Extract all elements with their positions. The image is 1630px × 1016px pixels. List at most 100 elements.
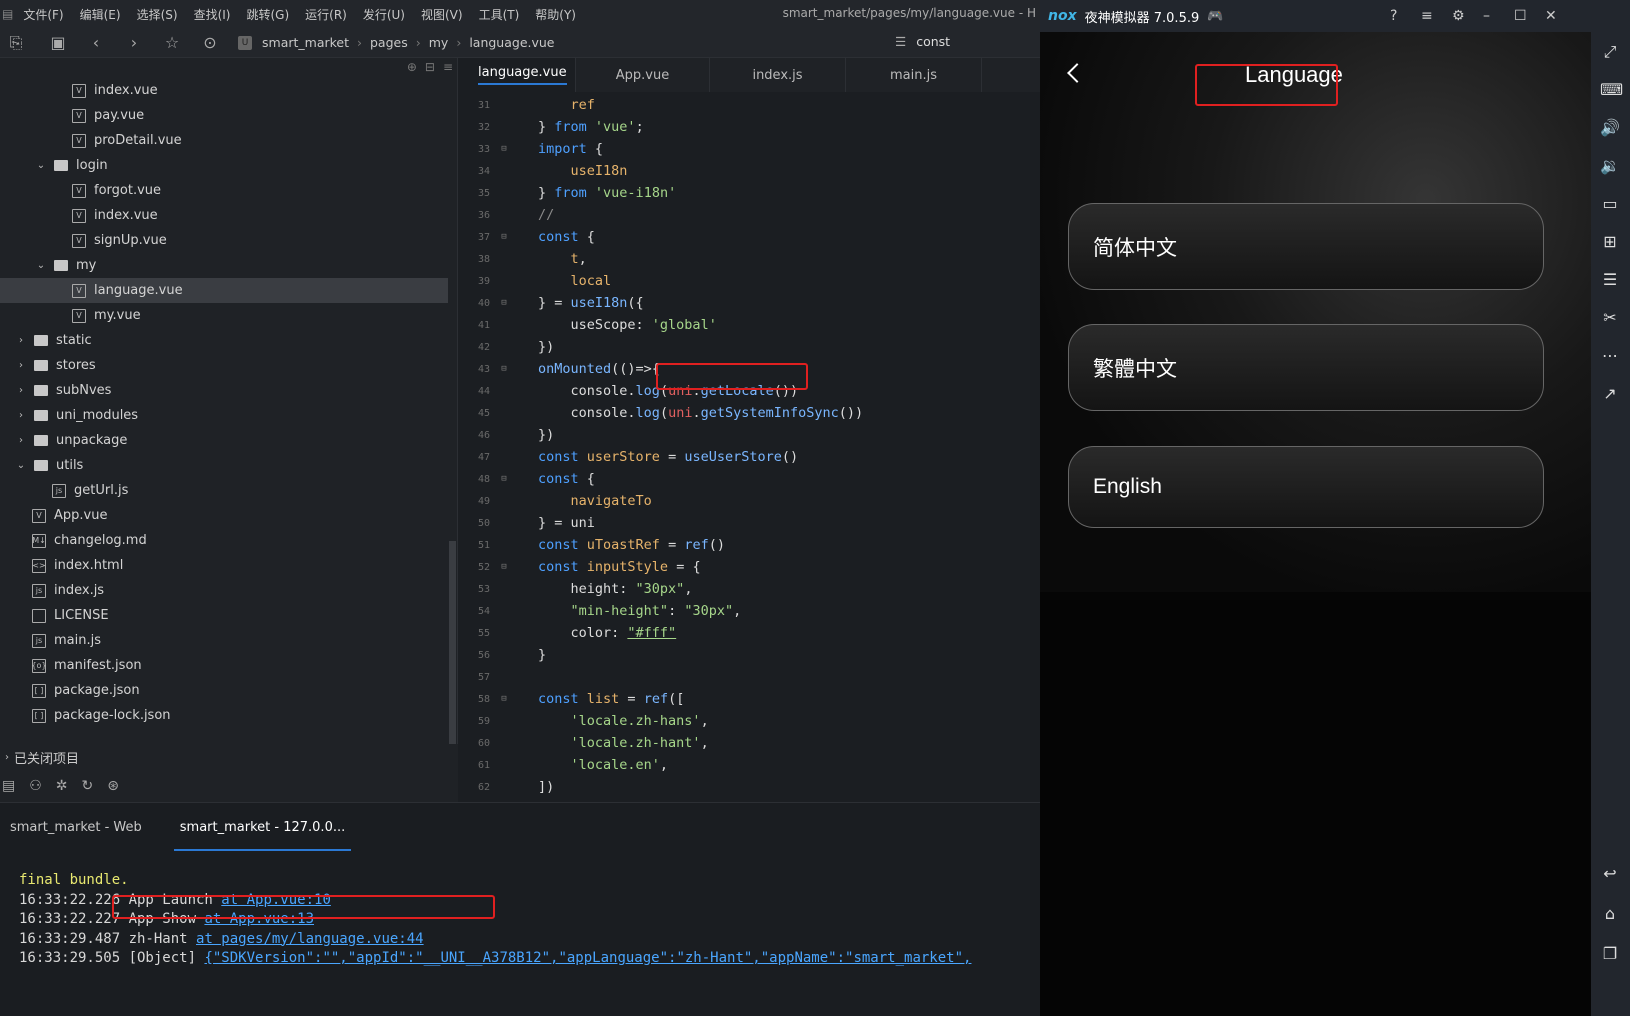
tree-file[interactable]: V App.vue [0,503,448,528]
explorer-scrollbar[interactable] [449,541,456,744]
tree-folder[interactable]: › subNves [0,378,448,403]
gamepad-icon[interactable]: 🎮 [1207,9,1223,24]
tree-file[interactable]: VsignUp.vue [0,228,448,253]
tree-file[interactable]: js getUrl.js [0,478,448,503]
breadcrumb-item[interactable]: language.vue [469,35,554,50]
close-icon[interactable]: ✕ [1545,8,1557,24]
tree-folder[interactable]: ⌄ my [0,253,448,278]
menu-item[interactable]: 跳转(G) [238,6,297,23]
chevron-right-icon[interactable]: › [14,360,28,371]
tree-file[interactable]: js index.js [0,578,448,603]
android-recent-icon[interactable]: ❐ [1600,944,1620,964]
files-icon[interactable]: ▤ [2,778,15,794]
editor-tab[interactable]: index.js [710,58,846,92]
menu-item[interactable]: 发行(U) [355,6,413,23]
scissors-icon[interactable]: ✂ [1600,308,1620,328]
export-icon[interactable]: ↗ [1600,384,1620,404]
volume-up-icon[interactable]: 🔊 [1600,118,1620,138]
fold-icon[interactable]: ⊟ [498,232,510,242]
maximize-icon[interactable]: ☐ [1514,8,1527,24]
tree-folder[interactable]: › unpackage [0,428,448,453]
screen-icon[interactable]: ▭ [1600,194,1620,214]
editor-tab[interactable]: App.vue [576,58,710,92]
more-icon[interactable]: ⋯ [1600,346,1620,366]
minimize-icon[interactable]: – [1483,8,1490,24]
chevron-right-icon[interactable]: › [14,410,28,421]
tree-folder[interactable]: › stores [0,353,448,378]
menu-item[interactable]: 查找(I) [186,6,239,23]
tree-file[interactable]: VproDetail.vue [0,128,448,153]
menu-item[interactable]: 工具(T) [471,6,528,23]
tree-file[interactable]: Vpay.vue [0,103,448,128]
chevron-right-icon[interactable]: › [14,435,28,446]
bug-icon[interactable]: ✲ [56,778,68,794]
apk-icon[interactable]: ⊞ [1600,232,1620,252]
star-icon[interactable]: ☆ [156,28,188,58]
forward-icon[interactable]: › [118,28,150,58]
app-icon[interactable]: ▤ [0,7,15,21]
search-field[interactable]: ☰ const [895,34,950,49]
android-home-icon[interactable]: ⌂ [1600,904,1620,924]
console-tab-web[interactable]: smart_market - Web [0,803,152,851]
editor-tab[interactable]: language.vue [458,58,576,92]
tree-folder[interactable]: ⌄ utils [0,453,448,478]
tree-file[interactable]: Vmy.vue [0,303,448,328]
console-tab-app[interactable]: smart_market - 127.0.0... [173,805,352,851]
code-area[interactable]: 31 ref 32} from 'vue'; 33 ⊟ import {34 useI1… [458,94,1040,802]
menu-item[interactable]: 编辑(E) [72,6,129,23]
back-arrow-icon[interactable] [1067,63,1087,83]
help-icon[interactable]: ? [1390,8,1397,24]
fold-icon[interactable]: ⊟ [498,562,510,572]
chevron-down-icon[interactable]: ⌄ [14,460,28,471]
chevron-down-icon[interactable]: ⌄ [34,160,48,171]
multi-instance-icon[interactable]: ☰ [1600,270,1620,290]
globe-icon[interactable]: ⊛ [107,778,119,794]
tree-file[interactable]: LICENSE [0,603,448,628]
menu-item[interactable]: 选择(S) [129,6,186,23]
fold-icon[interactable]: ⊟ [498,144,510,154]
fold-icon[interactable]: ⊟ [498,694,510,704]
editor-tab[interactable]: main.js [846,58,982,92]
new-file-icon[interactable]: ⎘ [0,28,32,58]
menu-icon[interactable]: ≡ [1421,8,1433,24]
tree-file[interactable]: Vindex.vue [0,203,448,228]
tree-file[interactable]: [ ] package.json [0,678,448,703]
settings-icon[interactable]: ⚙ [1452,8,1465,24]
tree-file[interactable]: Vindex.vue [0,78,448,103]
language-option-en[interactable]: English [1068,446,1544,528]
volume-down-icon[interactable]: 🔉 [1600,156,1620,176]
menu-item[interactable]: 帮助(Y) [527,6,584,23]
tree-file[interactable]: Vforgot.vue [0,178,448,203]
save-icon[interactable]: ▣ [42,28,74,58]
back-icon[interactable]: ‹ [80,28,112,58]
tree-folder[interactable]: ⌄ login [0,153,448,178]
language-option-zh-hant[interactable]: 繁體中文 [1068,324,1544,411]
run-icon[interactable]: ⊙ [194,28,226,58]
chevron-right-icon[interactable]: › [14,385,28,396]
menu-item[interactable]: 视图(V) [413,6,471,23]
fullscreen-icon[interactable]: ⤢ [1600,42,1620,62]
tree-file[interactable]: [ ] package-lock.json [0,703,448,728]
menu-icon[interactable]: ≡ [443,60,453,74]
git-icon[interactable]: ↻ [82,778,94,794]
tree-file[interactable]: Vlanguage.vue [0,278,448,303]
fold-icon[interactable]: ⊟ [498,364,510,374]
menu-item[interactable]: 运行(R) [297,6,355,23]
keyboard-icon[interactable]: ⌨ [1600,80,1623,100]
collapse-icon[interactable]: ⊟ [425,60,435,74]
console-source-link[interactable]: at pages/my/language.vue:44 [196,931,424,947]
android-back-icon[interactable]: ↩ [1600,864,1620,884]
fold-icon[interactable]: ⊟ [498,298,510,308]
breadcrumb-item[interactable]: smart_market [262,35,349,50]
tree-file[interactable]: {o} manifest.json [0,653,448,678]
breadcrumb-item[interactable]: my [429,35,449,50]
tree-folder[interactable]: › static [0,328,448,353]
fold-icon[interactable]: ⊟ [498,474,510,484]
chevron-right-icon[interactable]: › [14,335,28,346]
binoculars-icon[interactable]: ⚇ [29,778,42,794]
console-source-link[interactable]: {"SDKVersion":"","appId":"__UNI__A378B12… [204,950,971,966]
tree-folder[interactable]: › uni_modules [0,403,448,428]
chevron-down-icon[interactable]: ⌄ [34,260,48,271]
tree-file[interactable]: <> index.html [0,553,448,578]
locate-icon[interactable]: ⊕ [407,60,417,74]
